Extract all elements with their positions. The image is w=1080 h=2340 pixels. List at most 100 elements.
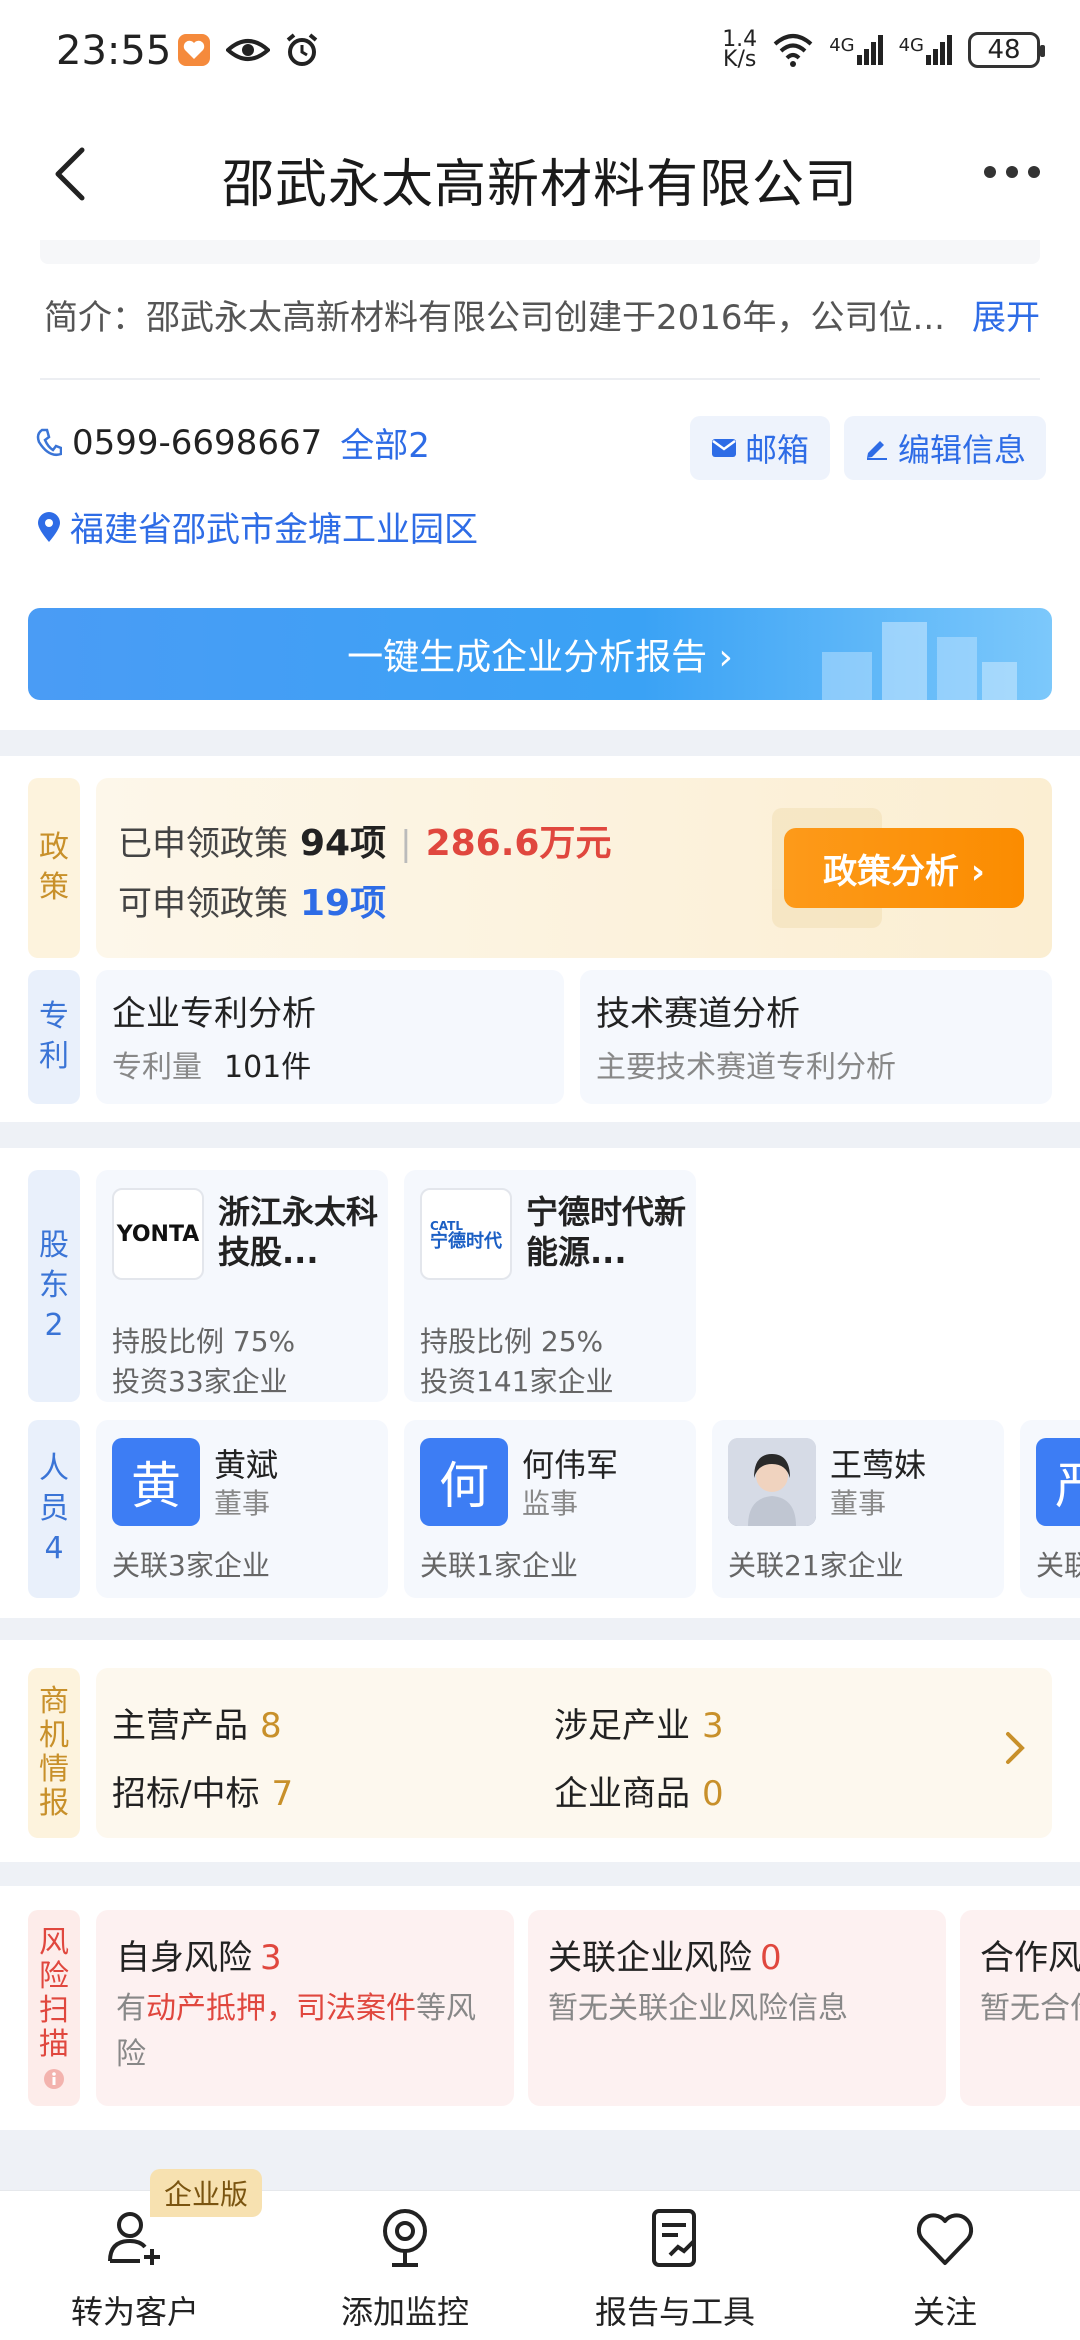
available-policy-row: 可申领政策 19项 xyxy=(118,874,386,926)
tech-track-card[interactable]: 技术赛道分析 主要技术赛道专利分析 xyxy=(580,970,1052,1104)
signal-bars-icon xyxy=(926,35,952,65)
risk-scan-tag: 风 险 扫 描 xyxy=(28,1910,80,2106)
company-info-card: 简介： 邵武永太高新材料有限公司创建于2016年，公司位... 展开 0599-… xyxy=(0,240,1080,730)
more-dot xyxy=(1006,166,1018,178)
edit-icon xyxy=(866,441,887,460)
shareholder-card[interactable]: YONTA 浙江永太科技股... 持股比例 75% 投资33家企业 xyxy=(96,1170,388,1402)
staff-tag[interactable]: 人 员 4 xyxy=(28,1420,80,1598)
avatar: 何 xyxy=(420,1438,508,1526)
add-monitor-label: 添加监控 xyxy=(340,2293,469,2331)
patent-count-row: 专利量 101件 xyxy=(112,1050,312,1085)
staff-name: 黄斌 xyxy=(214,1446,279,1484)
collapsed-header-strip xyxy=(40,240,1040,264)
convert-customer-button[interactable]: 企业版 转为客户 xyxy=(0,2169,270,2340)
self-risk-card[interactable]: 自身风险 3 有动产抵押，司法案件等风险 xyxy=(96,1910,514,2106)
shareholder-name: 宁德时代新能源... xyxy=(526,1193,687,1271)
shareholders-tag[interactable]: 股 东 2 xyxy=(28,1170,80,1402)
address-text: 福建省邵武市金塘工业园区 xyxy=(70,510,478,550)
phone-row: 0599-6698667 全部2 xyxy=(36,418,430,467)
avatar: 黄 xyxy=(112,1438,200,1526)
location-pin-icon xyxy=(38,511,60,542)
mail-icon xyxy=(711,439,736,457)
staff-related-companies: 关联21家企业 xyxy=(728,1549,904,1582)
phone-icon xyxy=(36,428,62,456)
heart-icon xyxy=(916,2213,974,2265)
status-bar: 23:55 1.4 K/s 4G 4G 48 xyxy=(0,0,1080,100)
email-button[interactable]: 邮箱 xyxy=(690,416,830,480)
email-button-label: 邮箱 xyxy=(744,431,809,469)
shareholder-name: 浙江永太科技股... xyxy=(218,1193,379,1271)
applied-policy-amount: 286.6万元 xyxy=(425,823,612,864)
available-policy-count: 19项 xyxy=(300,883,387,924)
staff-card[interactable]: 黄 黄斌 董事 关联3家企业 xyxy=(96,1420,388,1598)
staff-card[interactable]: 何 何伟军 监事 关联1家企业 xyxy=(404,1420,696,1598)
staff-role: 董事 xyxy=(830,1487,887,1520)
tech-track-title: 技术赛道分析 xyxy=(596,994,800,1034)
staff-name: 何伟军 xyxy=(522,1446,619,1484)
person-photo-icon xyxy=(728,1438,816,1526)
business-intel-card: 商 机 情 报 主营产品 8 涉足产业 3 招标/中标 7 企业商品 0 xyxy=(0,1640,1080,1862)
staff-role: 监事 xyxy=(522,1487,579,1520)
business-intel-tag: 商 机 情 报 xyxy=(28,1668,80,1838)
intro-expand-link[interactable]: 展开 xyxy=(972,290,1040,339)
edit-info-button[interactable]: 编辑信息 xyxy=(844,416,1046,480)
self-risk-title: 自身风险 3 xyxy=(116,1938,282,1978)
signal-bars-icon xyxy=(856,35,883,65)
avatar xyxy=(728,1438,816,1526)
related-risk-title: 关联企业风险 0 xyxy=(548,1938,782,1978)
report-icon xyxy=(652,2209,696,2267)
info-icon[interactable] xyxy=(43,2068,65,2090)
shareholding-ratio: 持股比例 25% xyxy=(420,1325,604,1358)
report-tools-button[interactable]: 报告与工具 xyxy=(540,2191,810,2340)
investment-count: 投资141家企业 xyxy=(420,1365,614,1398)
patent-analysis-card[interactable]: 企业专利分析 专利量 101件 xyxy=(96,970,564,1104)
top-nav: 邵武永太高新材料有限公司 xyxy=(0,100,1080,240)
generate-report-label: 一键生成企业分析报告 › xyxy=(347,637,733,678)
products-item: 企业商品 0 xyxy=(554,1774,724,1814)
convert-customer-label: 转为客户 xyxy=(70,2293,199,2331)
staff-card[interactable]: 严 关联 xyxy=(1020,1420,1080,1598)
policy-tag: 政 策 xyxy=(28,778,80,958)
policy-analysis-button[interactable]: 政策分析 › xyxy=(784,828,1024,908)
more-dot xyxy=(1028,166,1040,178)
divider xyxy=(40,378,1040,380)
intro-text: 邵武永太高新材料有限公司创建于2016年，公司位... xyxy=(146,298,945,338)
shareholders-staff-card: 股 东 2 YONTA 浙江永太科技股... 持股比例 75% 投资33家企业 … xyxy=(0,1148,1080,1618)
bidding-item: 招标/中标 7 xyxy=(112,1774,294,1814)
address-row[interactable]: 福建省邵武市金塘工业园区 xyxy=(36,502,478,551)
eye-icon xyxy=(226,39,270,61)
staff-role: 董事 xyxy=(214,1487,271,1520)
policy-summary[interactable]: 已申领政策 94项 | 286.6万元 可申领政策 19项 政策分析 › xyxy=(96,778,1052,958)
separator: | xyxy=(400,824,412,864)
shareholding-ratio: 持股比例 75% xyxy=(112,1325,296,1358)
follow-button[interactable]: 关注 xyxy=(810,2191,1080,2340)
generate-report-button[interactable]: 一键生成企业分析报告 › xyxy=(28,608,1052,700)
business-intel-summary[interactable]: 主营产品 8 涉足产业 3 招标/中标 7 企业商品 0 xyxy=(96,1668,1052,1838)
related-risk-card[interactable]: 关联企业风险 0 暂无关联企业风险信息 xyxy=(528,1910,946,2106)
company-logo: CATL 宁德时代 xyxy=(420,1188,512,1280)
applied-policy-count: 94项 xyxy=(300,823,387,864)
health-app-icon xyxy=(178,34,210,66)
battery-indicator: 48 xyxy=(968,32,1045,68)
industries-item: 涉足产业 3 xyxy=(554,1706,724,1746)
chevron-right-icon xyxy=(1006,1732,1025,1764)
main-products-item: 主营产品 8 xyxy=(112,1706,282,1746)
cooperation-risk-card[interactable]: 合作风 暂无合作 xyxy=(960,1910,1080,2106)
more-button[interactable] xyxy=(984,166,1040,178)
net-speed: 1.4 K/s xyxy=(722,27,758,72)
patent-tag: 专 利 xyxy=(28,970,80,1104)
shareholder-card[interactable]: CATL 宁德时代 宁德时代新能源... 持股比例 25% 投资141家企业 xyxy=(404,1170,696,1402)
staff-card[interactable]: 王莺妹 董事 关联21家企业 xyxy=(712,1420,1004,1598)
edit-info-button-label: 编辑信息 xyxy=(897,431,1026,469)
status-notification-icons xyxy=(176,32,320,68)
all-phones-link[interactable]: 全部2 xyxy=(340,418,430,467)
risk-scan-card: 风 险 扫 描 自身风险 3 有动产抵押，司法案件等风险 关联企业风险 0 暂无关联… xyxy=(0,1886,1080,2130)
cooperation-risk-desc: 暂无合作 xyxy=(980,1991,1080,2026)
avatar: 严 xyxy=(1036,1438,1080,1526)
phone-number[interactable]: 0599-6698667 xyxy=(72,423,322,463)
add-monitor-button[interactable]: 添加监控 xyxy=(270,2191,540,2340)
staff-name: 王莺妹 xyxy=(830,1446,927,1484)
camera-monitor-icon xyxy=(383,2209,427,2267)
enterprise-badge: 企业版 xyxy=(150,2169,263,2217)
follow-label: 关注 xyxy=(912,2293,977,2331)
